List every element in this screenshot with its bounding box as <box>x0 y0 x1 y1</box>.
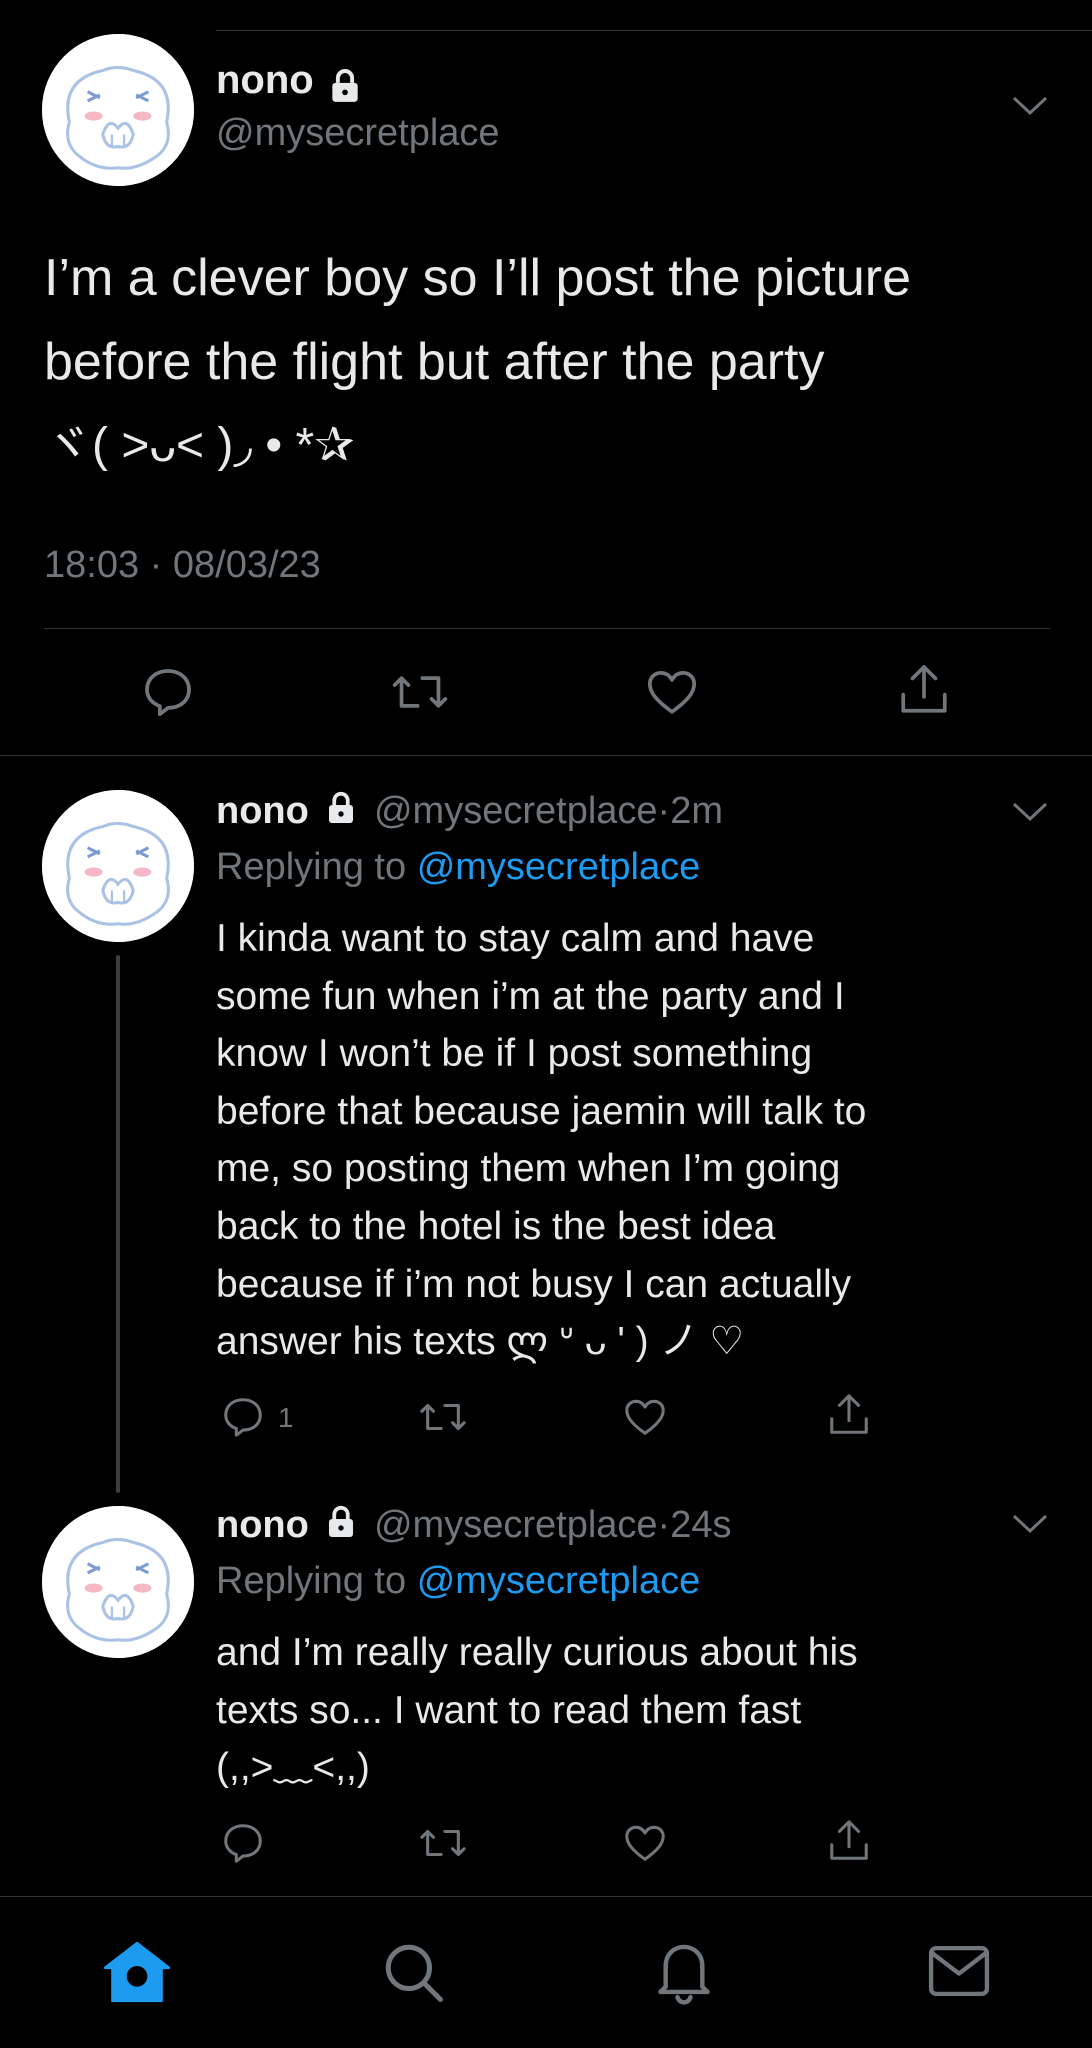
separator: · <box>149 544 163 586</box>
home-icon[interactable] <box>102 1939 172 2005</box>
reply-text: I kinda want to stay calm and have some … <box>216 910 866 1371</box>
avatar-image <box>42 1506 194 1658</box>
divider <box>0 755 1092 756</box>
reply-icon[interactable] <box>140 664 196 720</box>
reply-icon[interactable] <box>220 1820 266 1866</box>
reply-header: nono @mysecretplace·2m <box>216 790 723 836</box>
handle[interactable]: @mysecretplace <box>216 112 500 155</box>
reply-line: texts so... I want to read them fast <box>216 1688 802 1732</box>
replying-prefix: Replying to <box>216 846 407 888</box>
retweet-icon[interactable] <box>418 1820 468 1866</box>
reply-icon[interactable] <box>220 1394 266 1440</box>
reply-line: me, so posting them when I’m going <box>216 1147 841 1191</box>
tweet-time: 18:03 <box>44 544 140 586</box>
reply-line: I kinda want to stay calm and have <box>216 917 815 960</box>
reply-line: back to the hotel is the best idea <box>216 1204 776 1248</box>
reply-line: some fun when i’m at the party and I <box>216 974 845 1018</box>
avatar-image <box>42 34 194 186</box>
main-tweet-header: nono <box>216 58 364 110</box>
main-tweet-line: before the flight but after the party <box>44 333 825 391</box>
reply-line: answer his texts ლ ᐡ ᴗ ' ) ノ ♡ <box>216 1320 745 1364</box>
handle[interactable]: @mysecretplace <box>374 790 658 832</box>
replying-to-link[interactable]: @mysecretplace <box>417 1560 701 1602</box>
bottom-nav <box>0 1897 1092 2048</box>
main-tweet-line: ヾ( ˃ᴗ˂ )◞ • *✰ <box>44 419 355 472</box>
reply-line: and I’m really really curious about his <box>216 1631 858 1674</box>
reply-header: nono @mysecretplace·24s <box>216 1504 731 1550</box>
reply-text: and I’m really really curious about his … <box>216 1624 858 1797</box>
share-icon[interactable] <box>826 1390 872 1440</box>
lock-icon <box>323 1504 359 1550</box>
lock-icon <box>326 67 364 110</box>
retweet-icon[interactable] <box>418 1394 468 1440</box>
reply-age: 2m <box>670 790 723 833</box>
replying-to: Replying to @mysecretplace <box>216 846 700 889</box>
avatar[interactable] <box>42 790 194 942</box>
replying-to-link[interactable]: @mysecretplace <box>417 846 701 888</box>
reply-line: (,,>﹏<,,) <box>216 1746 370 1790</box>
lock-icon <box>323 790 359 836</box>
handle[interactable]: @mysecretplace <box>374 1504 658 1546</box>
main-tweet-text: I’m a clever boy so I’ll post the pictur… <box>44 236 911 488</box>
reply-line: before that because jaemin will talk to <box>216 1089 867 1133</box>
avatar[interactable] <box>42 34 194 186</box>
retweet-icon[interactable] <box>390 664 450 720</box>
heart-icon[interactable] <box>622 1820 668 1866</box>
share-icon[interactable] <box>896 660 952 720</box>
avatar-image <box>42 790 194 942</box>
reply-line: know I won’t be if I post something <box>216 1032 813 1076</box>
display-name[interactable]: nono <box>216 790 309 832</box>
separator: · <box>657 1504 671 1547</box>
divider <box>44 628 1050 629</box>
heart-icon[interactable] <box>622 1394 668 1440</box>
mail-icon[interactable] <box>926 1941 992 2001</box>
reply-count: 1 <box>278 1402 294 1433</box>
main-tweet-line: I’m a clever boy so I’ll post the pictur… <box>44 249 912 307</box>
bell-icon[interactable] <box>652 1937 716 2005</box>
reply-age: 24s <box>670 1504 732 1547</box>
tweet-thread-page: nono @mysecretplace I’m a clever boy so … <box>0 0 1092 2048</box>
tweet-date: 08/03/23 <box>172 544 321 586</box>
replying-prefix: Replying to <box>216 1560 407 1602</box>
chevron-down-icon[interactable] <box>1010 1512 1050 1541</box>
chevron-down-icon[interactable] <box>1010 800 1050 829</box>
separator: · <box>657 790 671 833</box>
top-divider <box>216 30 1092 31</box>
search-icon[interactable] <box>380 1939 446 2005</box>
avatar[interactable] <box>42 1506 194 1658</box>
chevron-down-icon[interactable] <box>1010 94 1050 123</box>
heart-icon[interactable] <box>644 664 700 720</box>
display-name[interactable]: nono <box>216 58 314 102</box>
timestamp[interactable]: 18:03 · 08/03/23 <box>44 544 321 587</box>
share-icon[interactable] <box>826 1816 872 1866</box>
thread-connector <box>116 955 120 1493</box>
reply-line: because if i’m not busy I can actually <box>216 1262 852 1306</box>
replying-to: Replying to @mysecretplace <box>216 1560 700 1603</box>
display-name[interactable]: nono <box>216 1504 309 1546</box>
